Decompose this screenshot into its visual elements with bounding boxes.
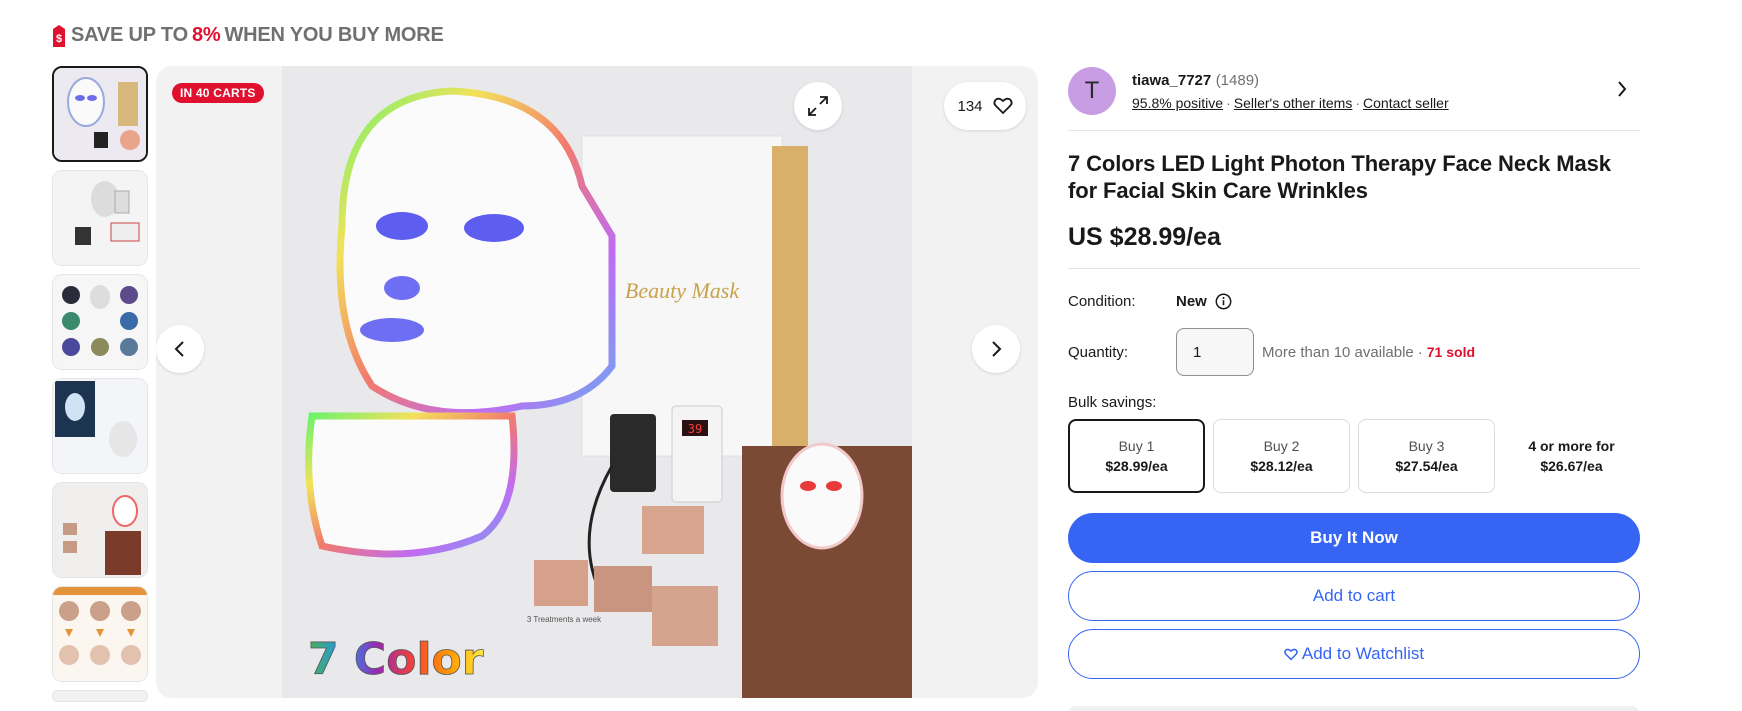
seller-info: tiawa_7727 (1489) 95.8% positive · Seller'… (1132, 72, 1449, 111)
bulk-option-buy-2[interactable]: Buy 2 $28.12/ea (1213, 419, 1350, 493)
seller-feedback-link[interactable]: 95.8% positive (1132, 95, 1223, 111)
svg-text:$: $ (56, 33, 62, 45)
condition-label: Condition: (1068, 292, 1136, 310)
quantity-row: Quantity: 1 More than 10 available · 71 … (1068, 328, 1640, 376)
next-image-button[interactable] (972, 325, 1020, 373)
controller-display: 39 (688, 422, 702, 436)
condition-value: New (1176, 292, 1207, 310)
results-thumbnail-image (53, 483, 147, 577)
bulk-option-qty: 4 or more for (1528, 438, 1615, 454)
box-label: Beauty Mask (625, 278, 740, 303)
seller-feedback-count: (1489) (1215, 71, 1260, 89)
buy-it-now-button[interactable]: Buy It Now (1068, 513, 1640, 563)
next-section-edge (1068, 706, 1640, 711)
bulk-option-buy-1[interactable]: Buy 1 $28.99/ea (1068, 419, 1205, 493)
product-page: $ SAVE UP TO 8% WHEN YOU BUY MORE Beauty… (0, 0, 1742, 711)
before-after-thumbnail-image (53, 587, 147, 681)
thumbnail-7[interactable] (52, 690, 148, 702)
separator-dot: · (1417, 343, 1423, 361)
bulk-option-buy-3[interactable]: Buy 3 $27.54/ea (1358, 419, 1495, 493)
bulk-option-price: $28.12/ea (1250, 458, 1313, 474)
quantity-input[interactable]: 1 (1176, 328, 1254, 376)
price-tag-icon: $ (53, 24, 65, 47)
main-image-gallery[interactable]: Beauty Mask 39 3 Treatments a week 7 Col… (156, 66, 1038, 698)
bulk-option-price: $28.99/ea (1105, 458, 1168, 474)
thumbnail-2[interactable] (52, 170, 148, 266)
seller-card[interactable]: T tiawa_7727 (1489) 95.8% positive · Selle… (1068, 66, 1640, 116)
color-modes-thumbnail-image (53, 275, 147, 369)
watch-count: 134 (957, 97, 983, 115)
chevron-right-icon[interactable] (1616, 79, 1628, 99)
promo-prefix: SAVE UP TO (71, 24, 188, 46)
mask-thumbnail-image (54, 68, 146, 160)
expand-icon (808, 96, 828, 116)
sold-count: 71 sold (1426, 344, 1476, 360)
divider (1068, 268, 1640, 269)
seller-name[interactable]: tiawa_7727 (1132, 72, 1211, 89)
condition-row: Condition: New (1068, 291, 1640, 311)
fullscreen-button[interactable] (794, 82, 842, 130)
bulk-option-qty: Buy 2 (1263, 438, 1300, 454)
thumbnail-strip (52, 66, 148, 702)
seven-color-caption: 7 Color (308, 634, 484, 685)
purchase-panel: T tiawa_7727 (1489) 95.8% positive · Selle… (1068, 66, 1640, 679)
previous-image-button[interactable] (156, 325, 204, 373)
seller-links: 95.8% positive · Seller's other items · Cont… (1132, 95, 1449, 111)
seller-avatar: T (1068, 67, 1116, 115)
bulk-option-price: $27.54/ea (1395, 458, 1458, 474)
treatments-caption: 3 Treatments a week (527, 615, 602, 624)
in-carts-badge: IN 40 CARTS (172, 83, 264, 103)
usage-thumbnail-image (53, 379, 147, 473)
heart-icon (1284, 648, 1298, 660)
bulk-savings-label: Bulk savings: (1068, 394, 1157, 411)
bulk-option-price: $26.67/ea (1540, 458, 1603, 474)
thumbnail-5[interactable] (52, 482, 148, 578)
thumbnail-1[interactable] (52, 66, 148, 162)
listing-price: US $28.99/ea (1068, 223, 1221, 251)
bulk-option-4-or-more[interactable]: 4 or more for $26.67/ea (1503, 419, 1640, 493)
bulk-promo-banner: $ SAVE UP TO 8% WHEN YOU BUY MORE (51, 24, 444, 47)
thumbnail-4[interactable] (52, 378, 148, 474)
promo-percent: 8% (191, 24, 221, 46)
divider (1068, 130, 1640, 131)
add-to-watchlist-label: Add to Watchlist (1301, 644, 1425, 663)
add-to-watchlist-button[interactable]: Add to Watchlist (1068, 629, 1640, 679)
contact-seller-link[interactable]: Contact seller (1363, 95, 1449, 111)
seller-other-items-link[interactable]: Seller's other items (1234, 95, 1353, 111)
availability-text: More than 10 available (1262, 343, 1414, 361)
product-main-image: Beauty Mask 39 3 Treatments a week 7 Col… (282, 66, 912, 698)
watch-count-button[interactable]: 134 (944, 82, 1026, 130)
add-to-cart-button[interactable]: Add to cart (1068, 571, 1640, 621)
promo-suffix: WHEN YOU BUY MORE (224, 24, 444, 46)
bulk-option-qty: Buy 1 (1118, 438, 1155, 454)
listing-title: 7 Colors LED Light Photon Therapy Face N… (1068, 151, 1611, 203)
separator-dot: · (1355, 94, 1361, 111)
bulk-savings-options: Buy 1 $28.99/ea Buy 2 $28.12/ea Buy 3 $2… (1068, 419, 1640, 493)
info-icon[interactable] (1215, 293, 1232, 310)
separator-dot: · (1226, 94, 1231, 111)
mask-kit-thumbnail-image (53, 171, 147, 265)
bulk-option-qty: Buy 3 (1408, 438, 1445, 454)
quantity-label: Quantity: (1068, 343, 1129, 361)
chevron-left-icon (174, 341, 184, 357)
heart-icon (992, 97, 1013, 115)
chevron-right-icon (992, 341, 1002, 357)
thumbnail-6[interactable] (52, 586, 148, 682)
thumbnail-3[interactable] (52, 274, 148, 370)
